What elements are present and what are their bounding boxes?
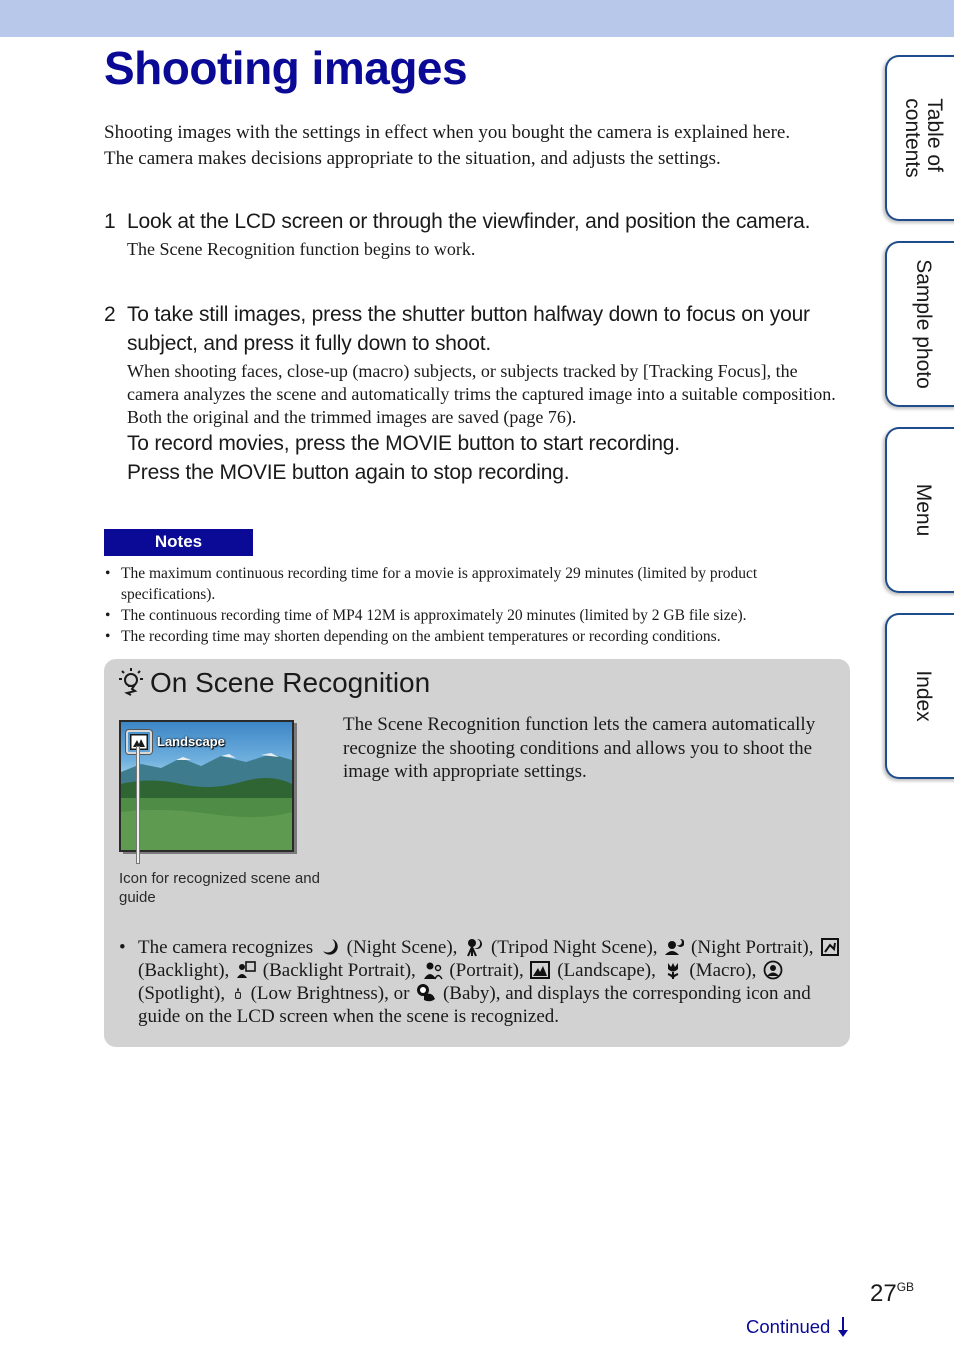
note-item: • The continuous recording time of MP4 12… xyxy=(104,605,844,626)
lcd-caption: Icon for recognized scene and guide xyxy=(119,870,320,906)
note-text: The maximum continuous recording time fo… xyxy=(121,565,758,603)
tab-label: Menu xyxy=(912,483,935,537)
tab-menu[interactable]: Menu xyxy=(885,427,954,593)
scene-label: (Backlight Portrait), xyxy=(262,960,416,981)
tip-title: On Scene Recognition xyxy=(118,665,430,701)
scene-label: (Night Scene), xyxy=(346,937,458,958)
tab-label: Index xyxy=(912,670,935,722)
bullet: • xyxy=(105,607,111,624)
step-1: 1 Look at the LCD screen or through the … xyxy=(104,207,849,261)
tab-index[interactable]: Index xyxy=(885,613,954,779)
tip-box: On Scene Recognition Landscape Icon for … xyxy=(104,659,850,1047)
scene-label: (Night Portrait), xyxy=(691,937,814,958)
scene-label: (Backlight), xyxy=(138,960,230,981)
scene-list: • The camera recognizes (Night Scene), (… xyxy=(119,936,853,1028)
scene-label: (Macro), xyxy=(689,960,757,981)
lightbulb-icon xyxy=(119,668,143,696)
note-item: • The maximum continuous recording time f… xyxy=(104,563,844,605)
lcd-screen-illustration: Landscape xyxy=(119,720,294,852)
continued-label: Continued xyxy=(746,1316,831,1337)
arrow-down-icon xyxy=(838,1317,849,1337)
continued-link[interactable]: Continued xyxy=(746,1316,849,1338)
note-item: • The recording time may shorten dependin… xyxy=(104,626,844,647)
step-movie-instruction: Press the MOVIE button again to stop rec… xyxy=(127,461,570,484)
step-heading: To take still images, press the shutter … xyxy=(127,303,810,355)
baby-icon xyxy=(417,984,436,1002)
lcd-scene-label: Landscape xyxy=(157,734,225,749)
night-portrait-icon xyxy=(665,938,685,955)
tripod-night-scene-icon xyxy=(467,939,483,957)
intro-paragraph: Shooting images with the settings in eff… xyxy=(104,122,791,143)
intro-text: Shooting images with the settings in eff… xyxy=(104,120,844,171)
macro-icon xyxy=(667,963,678,979)
scene-label: (Low Brightness), or xyxy=(250,983,410,1004)
step-heading: Look at the LCD screen or through the vi… xyxy=(127,210,811,233)
intro-paragraph: The camera makes decisions appropriate t… xyxy=(104,147,721,169)
page-suffix: GB xyxy=(896,1280,915,1294)
bullet: • xyxy=(119,937,126,958)
step-2: 2 To take still images, press the shutte… xyxy=(104,300,849,487)
page-number-value: 27 xyxy=(870,1280,897,1307)
bullet: • xyxy=(105,628,111,645)
page-number: 27GB xyxy=(870,1280,914,1308)
landscape-icon xyxy=(530,961,551,979)
spotlight-icon xyxy=(763,960,783,980)
note-text: The recording time may shorten depending… xyxy=(121,628,721,645)
tab-label: Table of contents xyxy=(901,98,946,178)
header-band xyxy=(0,0,954,37)
callout-line xyxy=(137,747,139,863)
tab-sample-photo[interactable]: Sample photo xyxy=(885,241,954,407)
portrait-icon xyxy=(423,962,443,980)
tip-title-text: On Scene Recognition xyxy=(150,667,431,698)
night-scene-icon xyxy=(322,939,338,955)
scene-label: (Baby), xyxy=(442,983,501,1004)
step-movie-instruction: To record movies, press the MOVIE button… xyxy=(127,432,680,455)
tab-label: Sample photo xyxy=(912,259,935,389)
note-text: The continuous recording time of MP4 12M… xyxy=(121,607,747,624)
scene-icon-frame xyxy=(126,730,152,754)
scene-label: (Landscape), xyxy=(557,960,656,981)
scenes-intro: The camera recognizes xyxy=(138,937,314,958)
notes-list: • The maximum continuous recording time f… xyxy=(104,563,844,647)
low-brightness-icon xyxy=(234,987,241,999)
notes-badge: Notes xyxy=(104,529,253,556)
tab-table-of-contents[interactable]: Table of contents xyxy=(885,55,954,221)
backlight-portrait-icon xyxy=(237,961,256,978)
step-number: 2 xyxy=(104,303,116,326)
bullet: • xyxy=(105,565,111,582)
step-number: 1 xyxy=(104,210,116,233)
landscape-icon xyxy=(130,734,148,750)
tip-description: The Scene Recognition function lets the … xyxy=(343,714,816,782)
step-body: The Scene Recognition function begins to… xyxy=(127,239,476,259)
scene-label: (Tripod Night Scene), xyxy=(490,937,658,958)
scene-label: (Portrait), xyxy=(449,960,524,981)
backlight-icon xyxy=(821,938,840,956)
step-body: When shooting faces, close-up (macro) su… xyxy=(127,361,836,427)
page-title: Shooting images xyxy=(104,42,468,94)
scene-label: (Spotlight), xyxy=(138,983,226,1004)
